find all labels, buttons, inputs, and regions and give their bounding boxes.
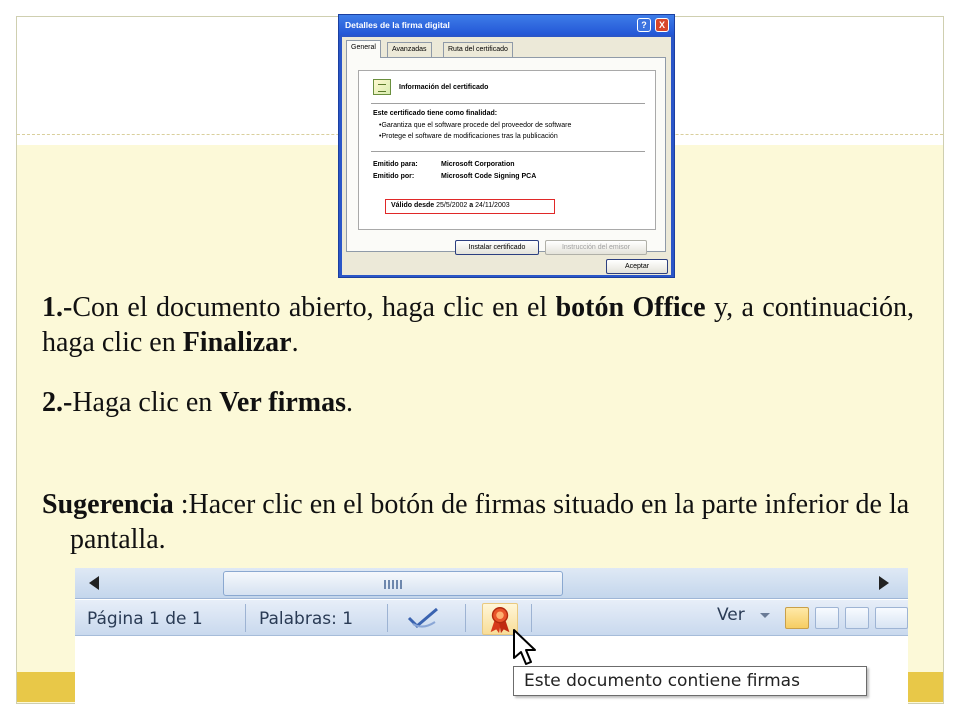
- valid-from-date: 25/5/2002: [436, 202, 468, 209]
- scrollbar-thumb[interactable]: [223, 571, 563, 596]
- tab-advanced[interactable]: Avanzadas: [387, 42, 432, 57]
- outline-view-icon[interactable]: [875, 607, 908, 629]
- separator: [387, 604, 388, 632]
- certificate-icon: [373, 79, 391, 95]
- view-signatures-term: Ver firmas: [219, 387, 347, 418]
- instruction-tip: Sugerencia :Hacer clic en el botón de fi…: [42, 487, 914, 557]
- step-text: Haga clic en: [72, 387, 220, 418]
- status-bar: Página 1 de 1 Palabras: 1 Ver: [75, 600, 908, 636]
- separator: [245, 604, 246, 632]
- scroll-left-icon[interactable]: [89, 576, 99, 590]
- divider: [371, 103, 645, 104]
- web-layout-icon[interactable]: [845, 607, 869, 629]
- purpose-heading: Este certificado tiene como finalidad:: [373, 110, 498, 117]
- tab-general[interactable]: General: [346, 40, 381, 58]
- full-screen-reading-icon[interactable]: [815, 607, 839, 629]
- horizontal-scrollbar[interactable]: [75, 568, 908, 599]
- dialog-client-area: General Avanzadas Ruta del certificado I…: [342, 37, 671, 275]
- close-button[interactable]: X: [655, 18, 669, 32]
- valid-to-date: 24/11/2003: [475, 202, 510, 209]
- help-button[interactable]: ?: [637, 18, 651, 32]
- instruction-step-1: 1.-Con el documento abierto, haga clic e…: [42, 290, 914, 360]
- issued-by-label: Emitido por:: [373, 173, 415, 180]
- scroll-right-icon[interactable]: [879, 576, 889, 590]
- step-number: 1.-: [42, 292, 73, 323]
- signatures-tooltip: Este documento contiene firmas: [513, 666, 867, 696]
- valid-to-separator: a: [469, 202, 474, 209]
- tip-text: :Hacer clic en el botón de firmas situad…: [70, 489, 910, 555]
- valid-from-label: Válido desde: [391, 202, 435, 209]
- tab-certification-path[interactable]: Ruta del certificado: [443, 42, 513, 57]
- issued-to-value: Microsoft Corporation: [441, 161, 515, 168]
- validity-text: Válido desde 25/5/2002 a 24/11/2003: [391, 202, 510, 209]
- chevron-down-icon[interactable]: [759, 612, 771, 620]
- grip-icon: [384, 580, 402, 589]
- finalize-term: Finalizar: [182, 327, 292, 358]
- word-statusbar-screenshot: Página 1 de 1 Palabras: 1 Ver Este docum…: [75, 568, 908, 704]
- print-layout-view-icon[interactable]: [785, 607, 809, 629]
- step-number: 2.-: [42, 387, 73, 418]
- tip-label: Sugerencia: [42, 489, 174, 520]
- certificate-info-heading: Información del certificado: [399, 84, 489, 91]
- step-text: Con el documento abierto, haga clic en e…: [72, 292, 556, 323]
- purpose-item: •Protege el software de modificaciones t…: [379, 133, 558, 140]
- instruction-step-2: 2.-Haga clic en Ver firmas.: [42, 385, 914, 420]
- ok-button[interactable]: Aceptar: [606, 259, 668, 274]
- signature-details-dialog: Detalles de la firma digital ? X General…: [338, 14, 675, 278]
- tab-panel-general: Información del certificado Este certifi…: [346, 57, 666, 255]
- install-certificate-button[interactable]: Instalar certificado: [455, 240, 539, 255]
- page-indicator[interactable]: Página 1 de 1: [87, 609, 203, 629]
- mouse-pointer-icon: [513, 629, 536, 665]
- issued-by-value: Microsoft Code Signing PCA: [441, 173, 537, 180]
- separator: [465, 604, 466, 632]
- purpose-item: •Garantiza que el software procede del p…: [379, 122, 572, 129]
- office-button-term: botón Office: [555, 292, 706, 323]
- step-text: .: [346, 387, 354, 418]
- dialog-title: Detalles de la firma digital: [339, 15, 674, 35]
- word-count[interactable]: Palabras: 1: [259, 609, 353, 629]
- view-label[interactable]: Ver: [717, 605, 745, 625]
- divider: [371, 151, 645, 152]
- certificate-info-box: Información del certificado Este certifi…: [358, 70, 656, 230]
- issued-to-label: Emitido para:: [373, 161, 418, 168]
- spelling-check-icon[interactable]: [405, 606, 441, 630]
- step-text: .: [291, 327, 299, 358]
- issuer-statement-button[interactable]: Instrucción del emisor: [545, 240, 647, 255]
